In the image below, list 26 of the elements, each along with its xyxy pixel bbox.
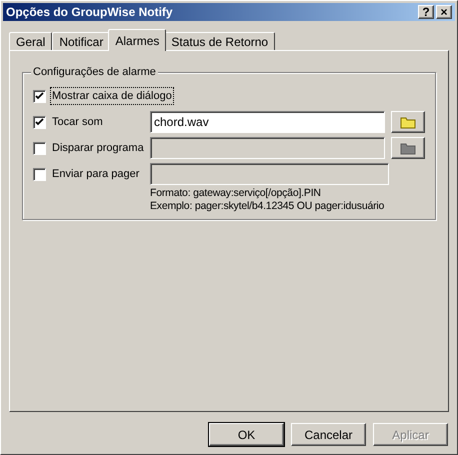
tab[interactable]: Geral [9,32,52,50]
checkbox-label[interactable]: Tocar som [51,114,104,130]
checkbox-label[interactable]: Disparar programa [51,140,145,156]
browse-button[interactable] [391,111,425,133]
checkbox-label[interactable]: Enviar para pager [51,166,140,182]
tab[interactable]: Notificar [52,32,110,50]
tab[interactable]: Alarmes [108,29,166,51]
dialog-button[interactable]: OK [209,423,284,446]
group-title: Configurações de alarme [31,65,158,79]
window-title: Opções do GroupWise Notify [6,4,174,21]
tab[interactable]: Status de Retorno [164,32,276,50]
input-field[interactable]: chord.wav [150,111,386,133]
dialog-button[interactable]: Cancelar [291,423,366,446]
hint-text: Exemplo: pager:skytel/b4.12345 OU pager:idusuário [150,200,386,213]
checkbox[interactable] [33,142,46,154]
folder-icon [400,116,416,128]
check-icon [35,92,44,100]
check-icon [35,118,44,126]
checkbox[interactable] [33,90,46,102]
checkbox[interactable] [33,168,46,180]
checkbox[interactable] [33,116,46,128]
help-button[interactable]: ? [418,5,434,19]
checkbox-label[interactable]: Mostrar caixa de diálogo [51,88,173,104]
close-button[interactable]: × [436,5,452,19]
folder-icon [400,142,416,154]
hint-text: Formato: gateway:serviço[/opção].PIN [150,187,322,200]
